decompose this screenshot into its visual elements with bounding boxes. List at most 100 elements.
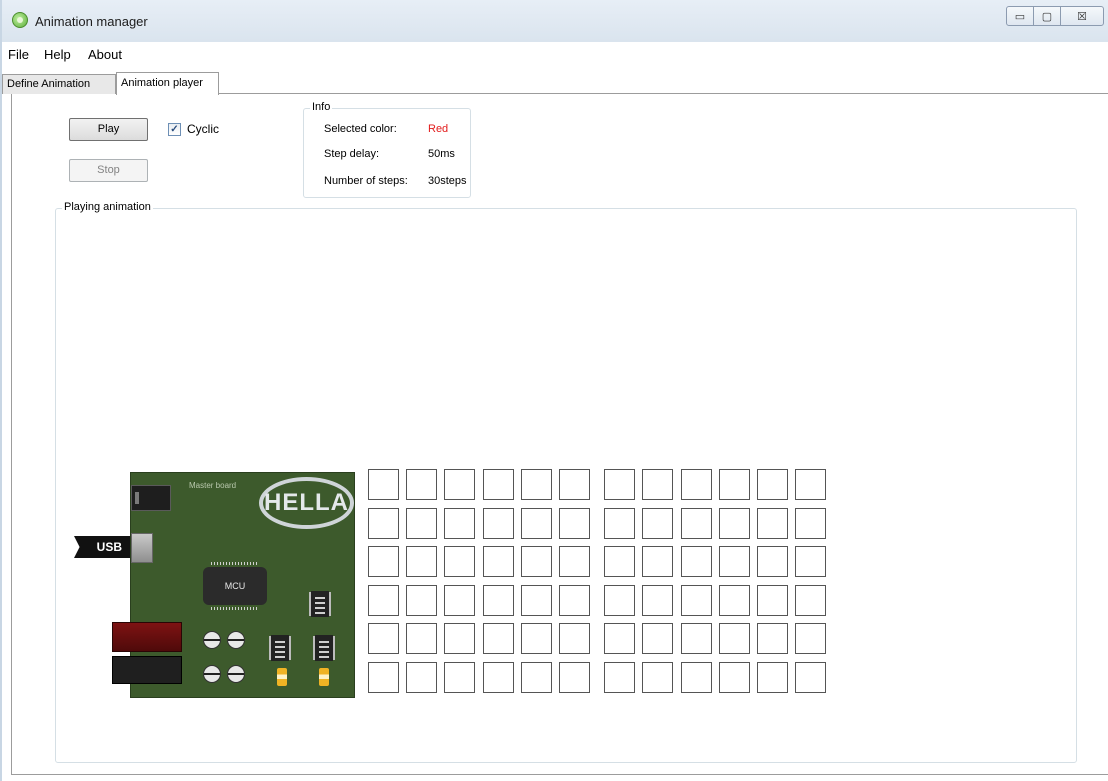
app-window: Animation manager ▭ ▢ ☒ File Help About … [0, 0, 1108, 781]
led-cell [757, 469, 788, 500]
led-cell [604, 661, 635, 693]
led-cell [719, 546, 750, 577]
minimize-icon: ▭ [1014, 10, 1026, 23]
led-cell [795, 507, 826, 539]
board-connector [131, 485, 171, 511]
led-cell [406, 661, 437, 693]
mcu-chip: MCU [203, 562, 267, 610]
tab-define-animation[interactable]: Define Animation [2, 74, 116, 94]
stop-button[interactable]: Stop [69, 159, 148, 182]
maximize-icon: ▢ [1041, 10, 1053, 23]
led-cell [521, 623, 552, 654]
capacitor-icon [203, 631, 221, 649]
led-cell [368, 546, 399, 577]
fuse-icon [277, 668, 287, 686]
led-cell [604, 469, 635, 500]
led-cell [368, 584, 399, 616]
led-cell [444, 546, 475, 577]
playing-animation-legend: Playing animation [62, 201, 153, 213]
cyclic-label: Cyclic [187, 122, 219, 136]
power-plug-black [112, 656, 182, 684]
led-cell [642, 507, 673, 539]
menu-file[interactable]: File [8, 47, 29, 62]
tab-strip: Define Animation Animation player [2, 70, 1108, 95]
led-cell [483, 584, 514, 616]
menu-help[interactable]: Help [44, 47, 71, 62]
led-cell [368, 623, 399, 654]
led-cell [681, 623, 712, 654]
led-cell [795, 584, 826, 616]
led-cell [757, 661, 788, 693]
app-gear-icon [12, 12, 28, 28]
led-cell [719, 507, 750, 539]
led-cell [521, 584, 552, 616]
led-cell [483, 507, 514, 539]
capacitor-icon [227, 631, 245, 649]
led-cell [604, 623, 635, 654]
capacitor-icon [203, 665, 221, 683]
chip-icon [271, 635, 289, 661]
cyclic-checkbox-wrap[interactable]: ✓ Cyclic [168, 122, 219, 136]
led-cell [521, 546, 552, 577]
led-cell [444, 507, 475, 539]
led-cell [681, 584, 712, 616]
led-cell [795, 469, 826, 500]
info-legend: Info [310, 101, 333, 113]
led-cell [368, 469, 399, 500]
chip-icon [315, 635, 333, 661]
led-cell [757, 623, 788, 654]
led-cell [719, 469, 750, 500]
close-icon: ☒ [1077, 10, 1087, 23]
hella-logo: HELLA [259, 477, 354, 529]
led-cell [719, 661, 750, 693]
led-cell [406, 584, 437, 616]
close-button[interactable]: ☒ [1060, 6, 1104, 26]
led-cell [757, 584, 788, 616]
led-cell [406, 469, 437, 500]
led-cell [681, 661, 712, 693]
led-cell [604, 507, 635, 539]
usb-port-icon [131, 533, 153, 563]
led-cell [559, 584, 590, 616]
led-cell [757, 546, 788, 577]
led-cell [795, 546, 826, 577]
led-cell [483, 661, 514, 693]
usb-label: USB [74, 536, 130, 558]
led-cell [559, 546, 590, 577]
minimize-button[interactable]: ▭ [1006, 6, 1034, 26]
led-cell [559, 469, 590, 500]
led-cell [483, 623, 514, 654]
chip-icon [311, 591, 329, 617]
led-cell [795, 623, 826, 654]
maximize-button[interactable]: ▢ [1033, 6, 1061, 26]
led-cell [681, 546, 712, 577]
title-bar[interactable]: Animation manager ▭ ▢ ☒ [2, 0, 1108, 42]
board-title: Master board [189, 481, 237, 490]
led-cell [604, 584, 635, 616]
led-cell [642, 623, 673, 654]
led-cell [681, 469, 712, 500]
capacitor-icon [227, 665, 245, 683]
cyclic-checkbox[interactable]: ✓ [168, 122, 181, 136]
led-cell [681, 507, 712, 539]
led-cell [642, 469, 673, 500]
menu-about[interactable]: About [88, 47, 122, 62]
led-cell [642, 661, 673, 693]
led-cell [559, 661, 590, 693]
led-cell [642, 584, 673, 616]
window-title: Animation manager [35, 14, 148, 29]
led-cell [368, 507, 399, 539]
led-cell [719, 584, 750, 616]
step-delay-value: 50ms [428, 148, 455, 160]
led-cell [642, 546, 673, 577]
led-cell [444, 584, 475, 616]
tab-animation-player[interactable]: Animation player [116, 72, 219, 95]
led-cell [604, 546, 635, 577]
led-cell [521, 661, 552, 693]
steps-label: Number of steps: [324, 175, 408, 187]
play-button[interactable]: Play [69, 118, 148, 141]
led-cell [368, 661, 399, 693]
led-cell [406, 546, 437, 577]
window-controls: ▭ ▢ ☒ [1006, 6, 1104, 26]
led-cell [559, 623, 590, 654]
